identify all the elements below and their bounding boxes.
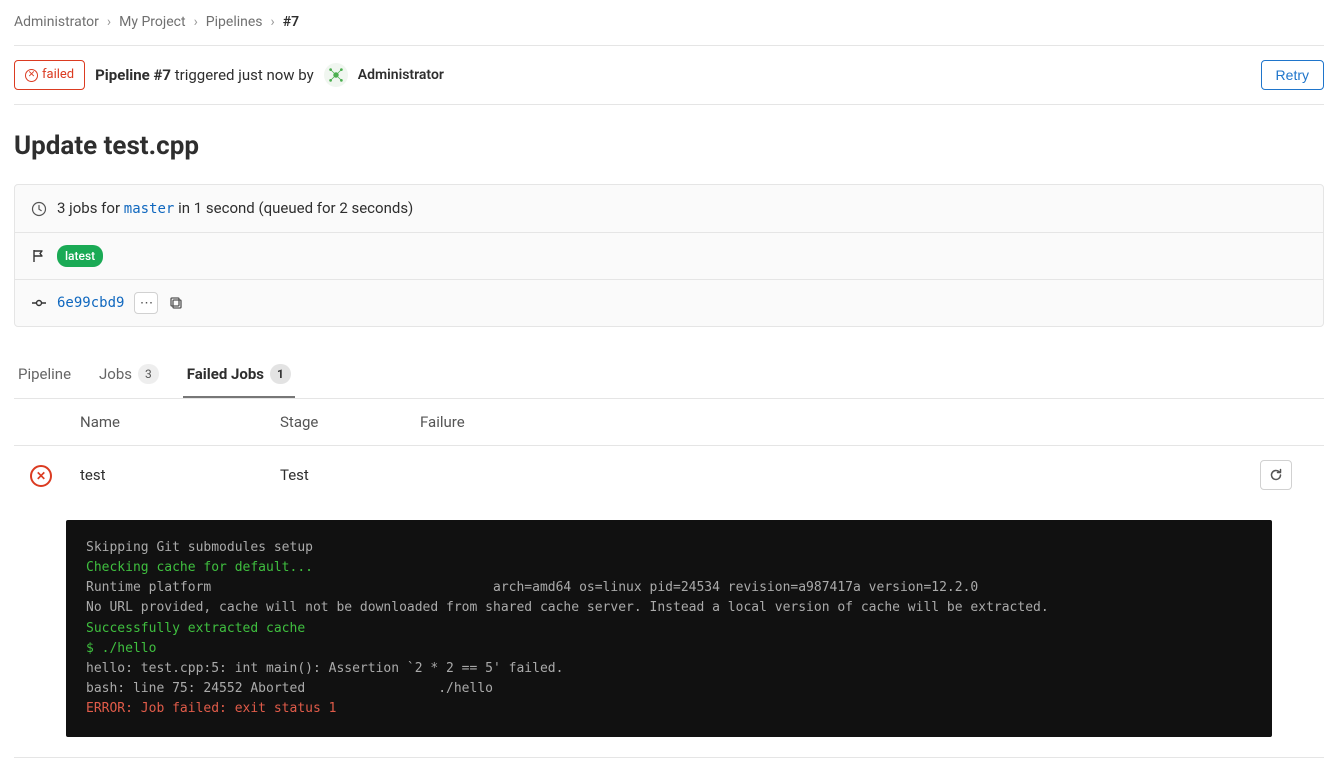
triggered-text: triggered just now by (175, 66, 314, 84)
jobs-prefix: 3 jobs for (57, 199, 120, 217)
log-line: hello: test.cpp:5: int main(): Assertion… (86, 661, 563, 676)
failed-jobs-count: 1 (270, 364, 291, 384)
breadcrumb-current: #7 (283, 12, 299, 33)
jobs-table-header: Name Stage Failure (14, 399, 1324, 447)
log-line: No URL provided, cache will not be downl… (86, 600, 1049, 615)
identicon-icon (327, 66, 345, 84)
jobs-summary: 3 jobs for master in 1 second (queued fo… (57, 197, 413, 220)
tab-jobs-label: Jobs (99, 363, 132, 386)
log-line: Checking cache for default... (86, 560, 313, 575)
tab-failed-label: Failed Jobs (187, 363, 264, 386)
log-line: $ ./hello (86, 641, 156, 656)
log-line: Skipping Git submodules setup (86, 540, 313, 555)
tab-jobs[interactable]: Jobs 3 (95, 351, 163, 398)
retry-job-button[interactable] (1260, 460, 1292, 490)
chevron-right-icon: › (107, 12, 111, 33)
job-log: Skipping Git submodules setup Checking c… (66, 520, 1272, 737)
ellipsis-icon: ⋯ (140, 295, 153, 311)
status-badge: ✕ failed (14, 60, 85, 90)
jobs-duration: in 1 second (queued for 2 seconds) (178, 199, 413, 217)
log-line: ERROR: Job failed: exit status 1 (86, 701, 336, 716)
retry-icon (1268, 467, 1284, 483)
header-stage: Stage (280, 411, 420, 434)
breadcrumb-pipelines[interactable]: Pipelines (206, 12, 263, 33)
job-stage: Test (280, 464, 420, 487)
more-actions-button[interactable]: ⋯ (134, 292, 158, 314)
status-label: failed (42, 65, 74, 85)
tabs: Pipeline Jobs 3 Failed Jobs 1 (14, 351, 1324, 399)
jobs-count: 3 (138, 364, 159, 384)
latest-tag: latest (57, 245, 103, 267)
failed-icon: ✕ (30, 465, 52, 487)
flag-icon (31, 248, 47, 264)
breadcrumb-admin[interactable]: Administrator (14, 12, 99, 33)
failed-icon: ✕ (25, 69, 38, 82)
pipeline-id: Pipeline #7 (95, 66, 171, 84)
retry-button[interactable]: Retry (1261, 60, 1324, 90)
tab-pipeline[interactable]: Pipeline (14, 351, 75, 398)
branch-link[interactable]: master (124, 201, 175, 217)
header-failure: Failure (420, 411, 1260, 434)
log-line: bash: line 75: 24552 Aborted ./hello (86, 681, 493, 696)
breadcrumb-project[interactable]: My Project (119, 12, 185, 33)
header-name: Name (80, 411, 280, 434)
page-title: Update test.cpp (14, 127, 1324, 166)
log-line: Runtime platform arch=amd64 os=linux pid… (86, 580, 978, 595)
pipeline-infobox: 3 jobs for master in 1 second (queued fo… (14, 184, 1324, 327)
job-name[interactable]: test (80, 464, 280, 487)
clock-icon (31, 201, 47, 217)
pipeline-description: Pipeline #7 triggered just now by (95, 64, 314, 87)
copy-sha-button[interactable] (168, 295, 184, 311)
copy-icon (168, 295, 184, 311)
job-row: ✕ test Test (14, 446, 1324, 504)
author-link[interactable]: Administrator (358, 65, 444, 86)
avatar[interactable] (324, 63, 348, 87)
breadcrumb: Administrator › My Project › Pipelines ›… (14, 12, 1324, 46)
commit-sha-link[interactable]: 6e99cbd9 (57, 293, 124, 314)
tab-failed-jobs[interactable]: Failed Jobs 1 (183, 351, 295, 398)
tab-pipeline-label: Pipeline (18, 363, 71, 386)
chevron-right-icon: › (271, 12, 275, 33)
log-line: Successfully extracted cache (86, 621, 305, 636)
commit-icon (31, 295, 47, 311)
chevron-right-icon: › (194, 12, 198, 33)
